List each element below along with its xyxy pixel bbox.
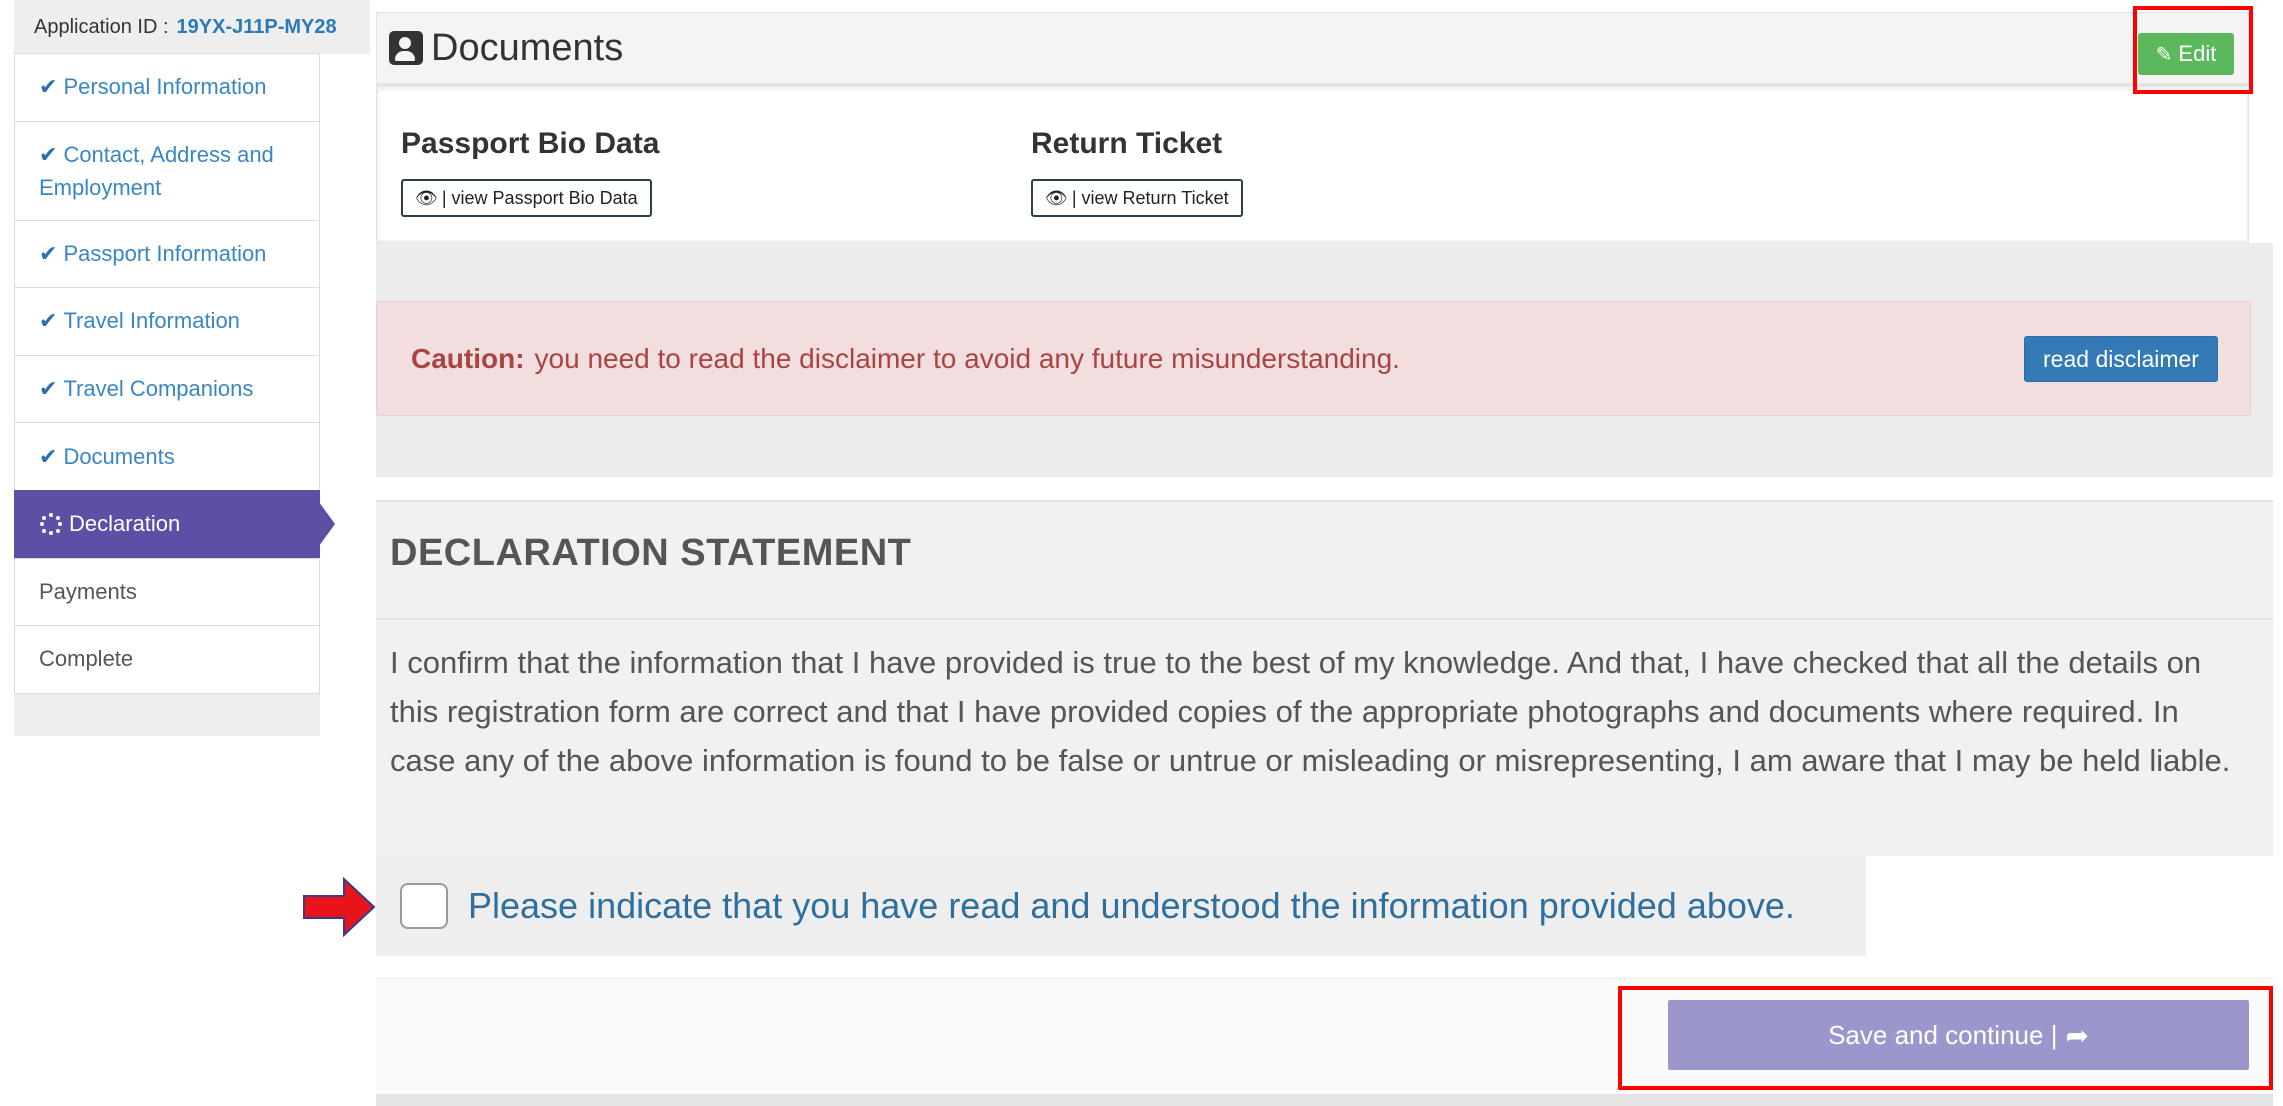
check-icon: ✔ (39, 240, 58, 266)
check-icon: ✔ (39, 74, 58, 100)
acknowledge-label[interactable]: Please indicate that you have read and u… (468, 885, 1795, 927)
sidebar-item-travel-companions[interactable]: ✔ Travel Companions (14, 354, 320, 424)
declaration-panel: DECLARATION STATEMENT I confirm that the… (376, 500, 2273, 856)
acknowledge-row: Please indicate that you have read and u… (376, 856, 1866, 956)
application-id-value: 19YX-J11P-MY28 (176, 15, 337, 38)
documents-panel: Documents ✎ Edit Passport Bio Data 👁 | v… (376, 12, 2249, 243)
sidebar-item-complete[interactable]: Complete (14, 625, 320, 694)
view-button-label: | view Passport Bio Data (441, 187, 638, 208)
documents-body: Passport Bio Data 👁 | view Passport Bio … (379, 91, 2246, 240)
document-return-ticket: Return Ticket 👁 | view Return Ticket (1031, 127, 1243, 217)
view-return-ticket-button[interactable]: 👁 | view Return Ticket (1031, 179, 1243, 217)
sidebar-item-text: Contact, Address and Employment (39, 141, 274, 200)
sidebar-item-contact-address-employment[interactable]: ✔ Contact, Address and Employment (14, 120, 320, 221)
documents-title: Documents (431, 26, 624, 69)
sidebar-item-documents[interactable]: ✔ Documents (14, 422, 320, 491)
document-title: Return Ticket (1031, 127, 1223, 160)
bottom-divider (376, 1094, 2273, 1106)
sidebar-item-label: ✔ Contact, Address and Employment (39, 138, 309, 204)
sidebar-nav: ✔ Personal Information ✔ Contact, Address… (14, 53, 320, 694)
sidebar-item-label: Declaration (69, 511, 181, 537)
check-icon: ✔ (39, 443, 58, 469)
declaration-divider (376, 618, 2273, 620)
application-id-label: Application ID : (34, 15, 169, 38)
acknowledge-checkbox[interactable] (400, 883, 448, 929)
red-arrow-icon (303, 876, 376, 938)
sidebar-item-personal-information[interactable]: ✔ Personal Information (14, 53, 320, 122)
caution-alert: Caution: you need to read the disclaimer… (376, 301, 2251, 416)
sidebar-item-passport-information[interactable]: ✔ Passport Information (14, 219, 320, 289)
caution-text: you need to read the disclaimer to avoid… (534, 342, 1400, 374)
eye-icon: 👁 (415, 187, 438, 208)
spinner-icon (39, 512, 63, 536)
view-button-label: | view Return Ticket (1071, 187, 1229, 208)
sidebar-item-label: Personal Information (63, 74, 267, 100)
documents-header: Documents (377, 13, 2248, 87)
check-icon: ✔ (39, 141, 58, 167)
sidebar-item-travel-information[interactable]: ✔ Travel Information (14, 287, 320, 356)
declaration-text: I confirm that the information that I ha… (390, 645, 2231, 778)
application-id: Application ID : 19YX-J11P-MY28 (14, 0, 370, 54)
eye-icon: 👁 (1045, 187, 1068, 208)
sidebar-item-label: Passport Information (63, 240, 267, 266)
declaration-title: DECLARATION STATEMENT (390, 532, 912, 574)
sidebar-item-label: Payments (39, 578, 137, 604)
sidebar-item-declaration[interactable]: Declaration (14, 489, 320, 559)
document-passport-bio-data: Passport Bio Data 👁 | view Passport Bio … (401, 127, 659, 217)
sidebar-item-label: Documents (63, 443, 175, 469)
sidebar-item-payments[interactable]: Payments (14, 557, 320, 627)
caution-strong: Caution: (411, 342, 525, 374)
sidebar-item-label: Complete (39, 646, 134, 672)
document-title: Passport Bio Data (401, 127, 660, 160)
view-passport-bio-data-button[interactable]: 👁 | view Passport Bio Data (401, 179, 652, 217)
edit-highlight-box (2133, 6, 2253, 94)
sidebar-item-label: Travel Information (63, 308, 240, 334)
check-icon: ✔ (39, 308, 58, 334)
sidebar-item-label: Travel Companions (63, 376, 254, 402)
user-document-icon (389, 31, 423, 65)
check-icon: ✔ (39, 376, 58, 402)
read-disclaimer-button[interactable]: read disclaimer (2024, 336, 2218, 382)
save-highlight-box (1618, 986, 2273, 1090)
